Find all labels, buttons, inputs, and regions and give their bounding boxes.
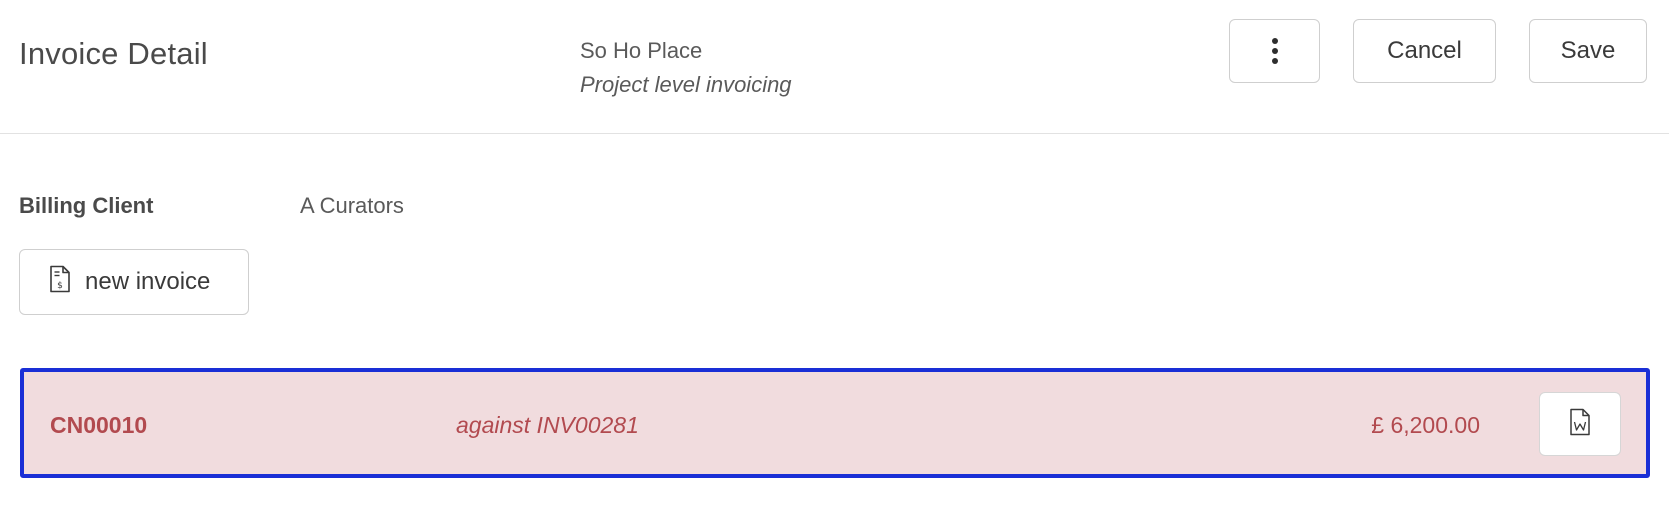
- new-invoice-label: new invoice: [85, 268, 211, 295]
- header: Invoice Detail So Ho Place Project level…: [0, 0, 1669, 134]
- kebab-menu-icon: [1271, 38, 1278, 64]
- credit-note-row[interactable]: CN00010 against INV00281 £ 6,200.00: [20, 368, 1650, 478]
- more-options-button[interactable]: [1229, 19, 1320, 83]
- credit-note-amount: £ 6,200.00: [1371, 412, 1480, 438]
- new-invoice-button[interactable]: $ new invoice: [19, 249, 249, 315]
- save-button[interactable]: Save: [1529, 19, 1647, 83]
- page-title: Invoice Detail: [19, 36, 208, 71]
- credit-note-against: against INV00281: [456, 412, 639, 438]
- billing-client-value: A Curators: [300, 193, 404, 218]
- project-subtitle: Project level invoicing: [580, 72, 792, 97]
- billing-client-label: Billing Client: [19, 193, 154, 218]
- cancel-button[interactable]: Cancel: [1353, 19, 1496, 83]
- project-name: So Ho Place: [580, 38, 703, 63]
- svg-text:$: $: [57, 281, 63, 291]
- credit-note-id: CN00010: [50, 412, 148, 438]
- invoice-dollar-icon: $: [49, 265, 71, 300]
- word-document-icon: [1569, 408, 1591, 441]
- invoice-detail-page: Invoice Detail So Ho Place Project level…: [0, 0, 1669, 517]
- download-document-button[interactable]: [1539, 392, 1621, 456]
